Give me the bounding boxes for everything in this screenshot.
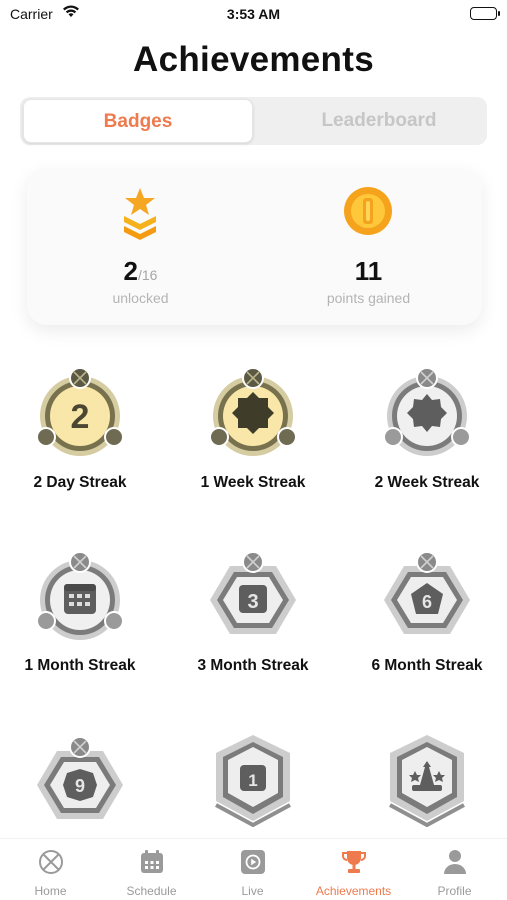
unlocked-stat: 2/16 unlocked [27, 168, 254, 325]
silver-streak-medal-icon [383, 367, 471, 456]
badges-leaderboard-segmented-control: Badges Leaderboard [20, 97, 487, 145]
badge-glyph: 3 [247, 591, 258, 613]
star-stack-icon [115, 186, 165, 242]
play-icon [241, 850, 265, 874]
gold-streak-medal-icon [209, 367, 297, 456]
silver-hexagon-medal-icon: 6 [384, 551, 470, 634]
unlocked-label: unlocked [112, 290, 169, 306]
status-bar: Carrier 3:53 AM [0, 0, 507, 30]
unlocked-total: /16 [138, 267, 158, 283]
tab-label: Profile [437, 884, 472, 898]
silver-shield-medal-icon: 1 [215, 735, 291, 827]
badge-label: 3 Month Streak [197, 657, 309, 674]
tab-leaderboard[interactable]: Leaderboard [273, 99, 485, 143]
badge-label: 2 Week Streak [374, 474, 480, 491]
tab-label: Schedule [126, 884, 177, 898]
tab-label: Live [241, 884, 264, 898]
badge-label: 1 Month Streak [24, 657, 136, 674]
silver-hexagon-medal-icon: 9 [37, 736, 123, 819]
trophy-icon [342, 851, 366, 873]
badge-glyph: 6 [422, 592, 432, 612]
person-icon [444, 850, 466, 874]
unlocked-count: 2 [123, 256, 138, 286]
stats-card: 2/16 unlocked 11 points gained [27, 168, 482, 325]
home-icon [39, 850, 63, 874]
tab-label: Achievements [315, 884, 392, 898]
badge-label: 1 Week Streak [200, 474, 306, 491]
tab-live[interactable]: Live [202, 839, 303, 900]
gold-streak-medal-icon: 2 [36, 367, 124, 456]
badge-glyph: 1 [248, 771, 257, 790]
silver-hexagon-medal-icon: 3 [210, 551, 296, 634]
clock: 3:53 AM [226, 6, 281, 22]
tab-label: Home [34, 884, 67, 898]
battery-icon [470, 7, 500, 20]
badge-label: 6 Month Streak [371, 657, 483, 674]
tab-bar: Home Schedule Live Achievements Profile [0, 838, 507, 900]
silver-calendar-medal-icon [36, 551, 124, 640]
badge-label: 2 Day Streak [33, 474, 127, 491]
tab-profile[interactable]: Profile [404, 839, 505, 900]
points-stat: 11 points gained [255, 168, 482, 325]
badge-glyph: 9 [75, 776, 85, 796]
points-label: points gained [326, 290, 411, 306]
tab-home[interactable]: Home [0, 839, 101, 900]
silver-chess-shield-icon [389, 735, 465, 827]
tab-schedule[interactable]: Schedule [101, 839, 202, 900]
tab-badges[interactable]: Badges [23, 99, 253, 143]
gold-coin-icon [343, 186, 393, 242]
tab-achievements[interactable]: Achievements [303, 839, 404, 900]
page-title: Achievements [133, 40, 374, 79]
badge-glyph: 2 [71, 398, 90, 436]
calendar-icon [141, 850, 163, 873]
points-count: 11 [354, 256, 383, 286]
